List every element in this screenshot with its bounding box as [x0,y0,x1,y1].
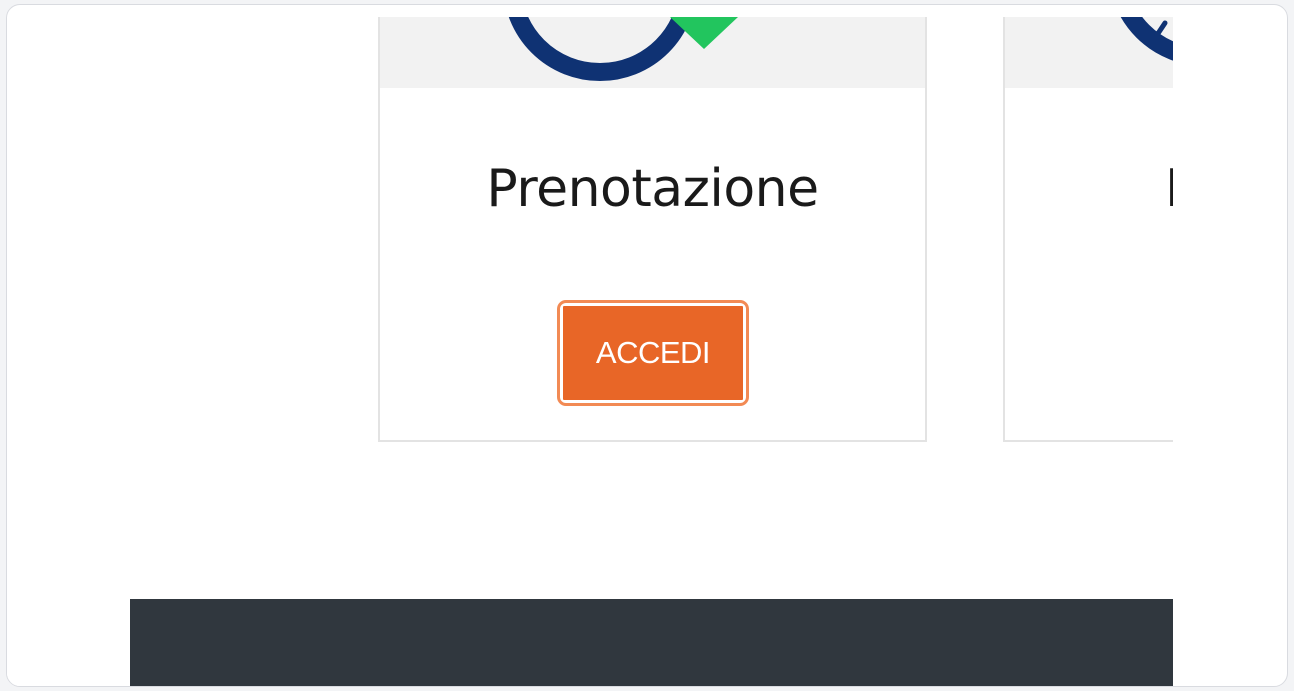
card-title: Prenotazione [486,159,819,219]
clock-icon [1120,17,1173,61]
screenshot-frame: Prenotazione ACCEDI I [6,4,1288,687]
page-viewport: Prenotazione ACCEDI I [7,17,1173,686]
card-title: I [1165,159,1173,219]
accedi-button-focus-ring: ACCEDI [557,300,749,406]
service-card-prenotazione: Prenotazione ACCEDI [378,17,927,442]
service-card-secondary: I [1003,17,1173,442]
clock-checkmark-icon [508,17,738,81]
page-footer [130,599,1173,686]
card-image [1005,17,1173,88]
card-image [380,17,925,88]
accedi-button[interactable]: ACCEDI [563,306,743,400]
